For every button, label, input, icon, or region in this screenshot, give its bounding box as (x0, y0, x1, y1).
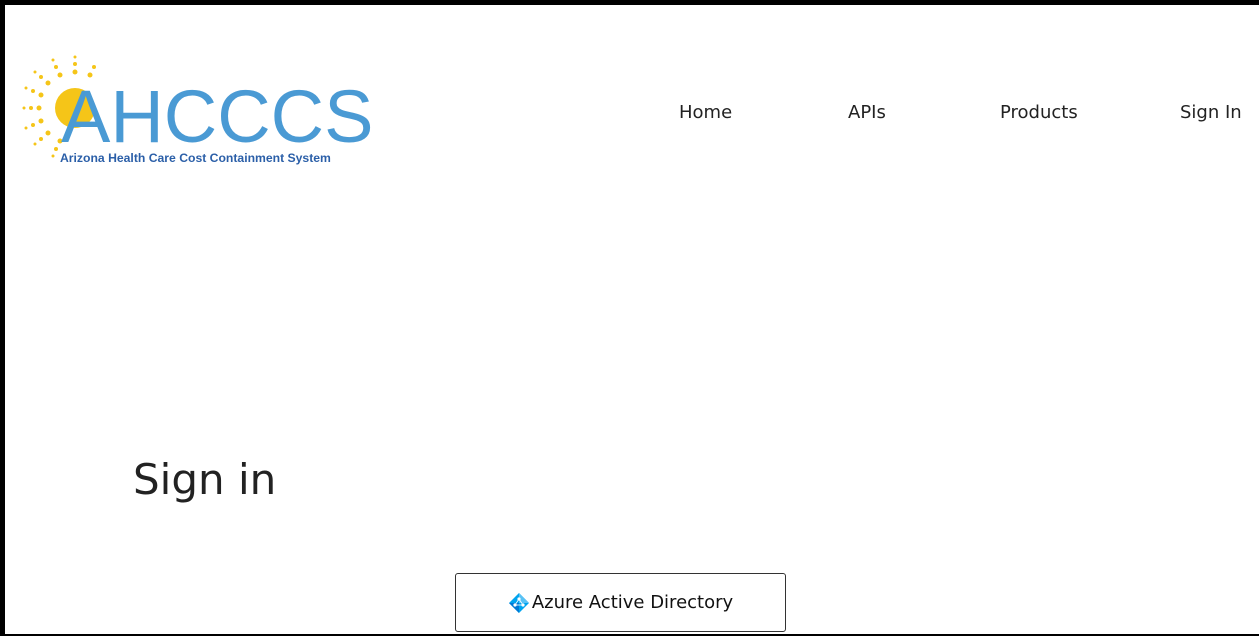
azure-ad-sign-in-button[interactable]: Azure Active Directory (455, 573, 786, 632)
page-title: Sign in (133, 455, 277, 504)
azure-ad-button-label: Azure Active Directory (531, 592, 734, 613)
nav-home-link[interactable]: Home (679, 102, 732, 123)
nav-products-link[interactable]: Products (1000, 102, 1078, 123)
nav-apis-link[interactable]: APIs (848, 102, 886, 123)
nav-sign-in-link[interactable]: Sign In (1180, 102, 1242, 123)
page-frame: AHCCCS Arizona Health Care Cost Containm… (0, 0, 1259, 636)
logo-tagline: Arizona Health Care Cost Containment Sys… (60, 151, 331, 165)
top-nav: Home APIs Products Sign In (5, 102, 1259, 132)
azure-ad-icon (508, 592, 530, 614)
